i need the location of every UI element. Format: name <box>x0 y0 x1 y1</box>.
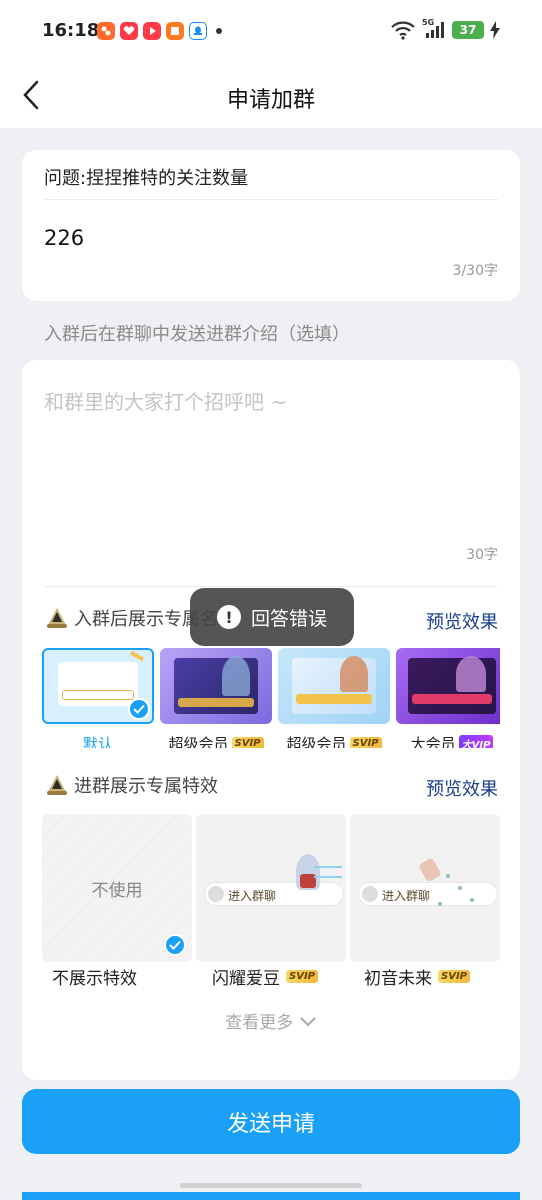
page-title: 申请加群 <box>226 88 315 113</box>
status-indicators: 5G 37 <box>390 18 500 40</box>
chevron-down-icon <box>299 1017 316 1027</box>
card-preview-link[interactable]: 预览效果 <box>426 608 498 634</box>
intro-textarea[interactable]: 和群里的大家打个招呼吧 ~ <box>44 386 287 415</box>
divider <box>44 199 498 200</box>
qq-app-icon <box>189 22 207 40</box>
svip-badge: SVIP <box>286 970 318 983</box>
toast-text: 回答错误 <box>250 607 327 630</box>
intro-char-counter: 30字 <box>466 547 498 563</box>
vip-badge: 大VIP <box>458 735 494 748</box>
name-card-default[interactable] <box>42 648 154 724</box>
home-indicator[interactable] <box>180 1183 362 1188</box>
svip-badge: SVIP <box>349 737 382 748</box>
see-more-button[interactable]: 查看更多 <box>22 1008 520 1033</box>
wifi-icon <box>391 21 415 40</box>
effect-label: 初音未来 SVIP <box>364 964 470 989</box>
video-app-icon <box>143 22 161 40</box>
charging-icon <box>490 21 500 39</box>
divider <box>44 586 498 587</box>
question-text: 问题:捏捏推特的关注数量 <box>44 168 249 189</box>
bottom-button-edge <box>22 1192 520 1200</box>
crown-badge-icon <box>47 608 67 628</box>
answer-char-counter: 3/30字 <box>452 263 498 279</box>
name-card-label: 超级会员 SVIP <box>160 733 272 748</box>
submit-button[interactable]: 发送申请 <box>22 1089 520 1154</box>
intro-card: 和群里的大家打个招呼吧 ~ 30字 入群后展示专属名片 预览效果 默认 超级会员… <box>22 360 520 1080</box>
answer-input[interactable]: 226 <box>44 226 84 250</box>
name-card-list: 默认 超级会员 SVIP 超级会员 SVIP 大会员 大VIP <box>42 648 500 748</box>
svip-badge: SVIP <box>438 970 470 983</box>
name-card-label: 默认 <box>82 735 113 748</box>
effect-label: 闪耀爱豆 SVIP <box>212 964 318 989</box>
notification-icons <box>97 22 222 40</box>
effect-preview-link[interactable]: 预览效果 <box>426 775 498 801</box>
name-card-big-vip[interactable] <box>396 648 500 724</box>
crown-badge-icon <box>47 775 67 795</box>
cellular-signal-icon: 5G <box>422 18 446 40</box>
selected-check-icon <box>128 698 150 720</box>
name-card-svip-2[interactable] <box>278 648 390 724</box>
app-notification-icon <box>97 22 115 40</box>
name-card-label: 大会员 大VIP <box>396 733 500 748</box>
status-time: 16:18 <box>42 20 100 41</box>
status-bar: 16:18 5G 37 <box>0 0 542 66</box>
effect-none-text: 不使用 <box>91 881 143 901</box>
effect-none[interactable]: 不使用 <box>42 814 192 962</box>
intro-hint: 入群后在群聊中发送进群介绍（选填） <box>44 324 350 345</box>
name-card-svip-1[interactable] <box>160 648 272 724</box>
svip-badge: SVIP <box>231 737 264 748</box>
error-toast: ! 回答错误 <box>190 588 354 646</box>
effect-section-title-text: 进群展示专属特效 <box>74 776 218 797</box>
nav-bar: 申请加群 <box>0 66 542 128</box>
entry-effect-list: 不使用 不展示特效 进入群聊 闪耀爱豆 SVIP 进入群聊 初音未来 SVIP <box>42 814 500 989</box>
question-card: 问题:捏捏推特的关注数量 226 3/30字 <box>22 150 520 301</box>
effect-section-title: 进群展示专属特效 <box>44 772 218 798</box>
effect-hatsune-miku[interactable]: 进入群聊 <box>350 814 500 962</box>
effect-label: 不展示特效 <box>52 969 137 989</box>
battery-indicator: 37 <box>452 21 484 39</box>
name-card-label: 超级会员 SVIP <box>278 733 390 748</box>
more-notifications-icon <box>216 28 222 34</box>
app-notification-icon <box>120 22 138 40</box>
selected-check-icon <box>164 934 186 956</box>
book-app-icon <box>166 22 184 40</box>
exclamation-icon: ! <box>216 605 241 629</box>
effect-shining-idol[interactable]: 进入群聊 <box>196 814 346 962</box>
